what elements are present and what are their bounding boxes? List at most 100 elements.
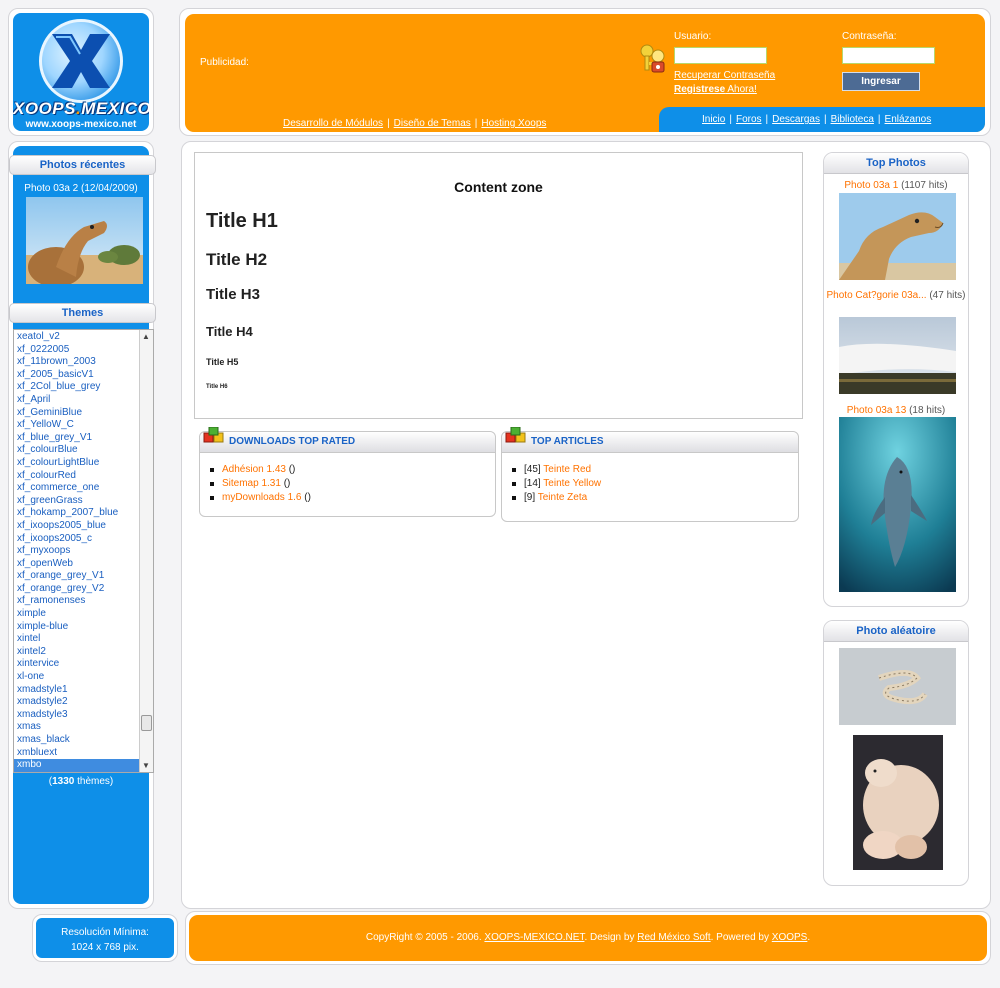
- register-link[interactable]: Registrese Ahora!: [674, 84, 757, 95]
- scroll-down-icon[interactable]: ▼: [142, 761, 150, 770]
- theme-option[interactable]: ximple-blue: [14, 621, 140, 634]
- articles-panel-title: TOP ARTICLES: [531, 436, 604, 447]
- theme-option[interactable]: xl-one: [14, 671, 140, 684]
- theme-option[interactable]: xintervice: [14, 658, 140, 671]
- top-photo-caption: Photo 03a 1 (1107 hits): [824, 180, 968, 191]
- scrollbar-thumb[interactable]: [141, 715, 152, 731]
- designer-link[interactable]: Red México Soft: [637, 932, 710, 943]
- login-keys-icon: [640, 44, 665, 73]
- nav-foros[interactable]: Foros: [736, 114, 762, 125]
- password-input[interactable]: [842, 47, 935, 64]
- top-photo-link[interactable]: Photo 03a 1: [844, 180, 898, 191]
- top-photo-link[interactable]: Photo 03a 13: [847, 405, 907, 416]
- theme-option[interactable]: xf_ramonenses: [14, 595, 140, 608]
- main-nav: Inicio | Foros | Descargas | Biblioteca | Enláza…: [702, 114, 931, 125]
- login-button[interactable]: Ingresar: [842, 72, 920, 91]
- article-link[interactable]: Teinte Yellow: [543, 478, 601, 489]
- link-theme-design[interactable]: Diseño de Temas: [394, 118, 471, 129]
- scroll-up-icon[interactable]: ▲: [142, 332, 150, 341]
- top-photo-birds[interactable]: [839, 317, 956, 394]
- theme-option[interactable]: xf_myxoops: [14, 545, 140, 558]
- theme-option[interactable]: xmas: [14, 721, 140, 734]
- footer-end: .: [807, 932, 811, 943]
- theme-option[interactable]: xf_openWeb: [14, 558, 140, 571]
- theme-option[interactable]: xf_colourLightBlue: [14, 457, 140, 470]
- theme-option[interactable]: xf_GeminiBlue: [14, 407, 140, 420]
- theme-option[interactable]: xintel: [14, 633, 140, 646]
- theme-option[interactable]: ximple: [14, 608, 140, 621]
- nav-biblioteca[interactable]: Biblioteca: [831, 114, 874, 125]
- theme-option[interactable]: xmas_black: [14, 734, 140, 747]
- theme-option[interactable]: xf_orange_grey_V2: [14, 583, 140, 596]
- top-photo-camel[interactable]: [839, 193, 956, 280]
- article-link[interactable]: Teinte Zeta: [538, 492, 587, 503]
- top-photo-link[interactable]: Photo Cat?gorie 03a...: [827, 290, 927, 301]
- download-rating: (): [280, 478, 291, 489]
- snake-image: [839, 648, 956, 725]
- theme-option[interactable]: xf_2005_basicV1: [14, 369, 140, 382]
- main-nav-tab: Inicio | Foros | Descargas | Biblioteca | Enláza…: [659, 107, 985, 132]
- theme-option[interactable]: xf_April: [14, 394, 140, 407]
- downloads-list: Adhésion 1.43 () Sitemap 1.31 () myDownl…: [210, 463, 311, 505]
- publicity-label: Publicidad:: [200, 57, 249, 68]
- theme-option[interactable]: xf_greenGrass: [14, 495, 140, 508]
- top-photo-hits: (47 hits): [926, 290, 966, 301]
- footer-banner: CopyRight © 2005 - 2006. XOOPS-MEXICO.NE…: [189, 915, 987, 961]
- themes-listbox[interactable]: xeatol_v2 xf_0222005 xf_11brown_2003 xf_200…: [13, 329, 154, 773]
- theme-option[interactable]: xmbluext: [14, 747, 140, 760]
- top-photos-title: Top Photos: [824, 153, 968, 174]
- theme-option[interactable]: xf_ixoops2005_c: [14, 533, 140, 546]
- theme-option[interactable]: xf_11brown_2003: [14, 356, 140, 369]
- heading-h1: Title H1: [206, 210, 278, 232]
- theme-option[interactable]: xf_ixoops2005_blue: [14, 520, 140, 533]
- theme-option[interactable]: xf_0222005: [14, 344, 140, 357]
- separator: |: [765, 114, 769, 125]
- recent-photo-camel[interactable]: [26, 197, 143, 284]
- theme-option[interactable]: xf_blue_grey_V1: [14, 432, 140, 445]
- theme-option[interactable]: xf_colourBlue: [14, 444, 140, 457]
- article-link[interactable]: Teinte Red: [543, 464, 591, 475]
- theme-option[interactable]: xf_colourRed: [14, 470, 140, 483]
- theme-option[interactable]: xf_YelloW_C: [14, 419, 140, 432]
- theme-option[interactable]: xf_orange_grey_V1: [14, 570, 140, 583]
- theme-option[interactable]: xeatol_v2: [14, 331, 140, 344]
- header-banner: Publicidad: Usuario: Recuperar Contraseñ…: [185, 14, 985, 132]
- top-photo-dolphin[interactable]: [839, 417, 956, 592]
- nav-inicio[interactable]: Inicio: [702, 114, 725, 125]
- cubes-icon: [203, 427, 224, 443]
- xoops-link[interactable]: XOOPS: [772, 932, 808, 943]
- theme-option[interactable]: xmbo: [14, 759, 140, 772]
- recent-photo-caption[interactable]: Photo 03a 2 (12/04/2009): [13, 183, 149, 194]
- nav-enlazanos[interactable]: Enlázanos: [885, 114, 932, 125]
- logo-frame: XOOPS.MEXICO www.xoops-mexico.net: [8, 8, 154, 136]
- top-photo-hits: (18 hits): [906, 405, 946, 416]
- theme-option[interactable]: xmadstyle2: [14, 696, 140, 709]
- username-label: Usuario:: [674, 31, 712, 42]
- theme-option[interactable]: xmadstyle3: [14, 709, 140, 722]
- link-module-development[interactable]: Desarrollo de Módulos: [283, 118, 383, 129]
- recover-password-link[interactable]: Recuperar Contraseña: [674, 70, 775, 81]
- theme-option[interactable]: xf_2Col_blue_grey: [14, 381, 140, 394]
- theme-option[interactable]: xf_hokamp_2007_blue: [14, 507, 140, 520]
- download-link[interactable]: Sitemap 1.31: [222, 478, 281, 489]
- nav-descargas[interactable]: Descargas: [772, 114, 820, 125]
- theme-option[interactable]: xintel2: [14, 646, 140, 659]
- link-xoops-hosting[interactable]: Hosting Xoops: [481, 118, 546, 129]
- download-link[interactable]: Adhésion 1.43: [222, 464, 286, 475]
- random-photo-dogs[interactable]: [853, 735, 943, 870]
- theme-option[interactable]: xf_commerce_one: [14, 482, 140, 495]
- download-link[interactable]: myDownloads 1.6: [222, 492, 301, 503]
- register-link-rest: Ahora!: [725, 84, 757, 95]
- site-logo[interactable]: XOOPS.MEXICO www.xoops-mexico.net: [13, 13, 149, 131]
- themes-scrollbar[interactable]: ▲ ▼: [139, 330, 153, 772]
- theme-option[interactable]: xmadstyle1: [14, 684, 140, 697]
- username-input[interactable]: [674, 47, 767, 64]
- site-link[interactable]: XOOPS-MEXICO.NET: [484, 932, 584, 943]
- logo-x-icon: [52, 34, 110, 88]
- article-count: [9]: [524, 492, 538, 503]
- random-photo-snake[interactable]: [839, 648, 956, 725]
- header: Publicidad: Usuario: Recuperar Contraseñ…: [179, 8, 991, 136]
- heading-h6: Title H6: [206, 384, 228, 390]
- powered-by-text: . Powered by: [710, 932, 772, 943]
- panel-header: TOP ARTICLES: [502, 427, 798, 453]
